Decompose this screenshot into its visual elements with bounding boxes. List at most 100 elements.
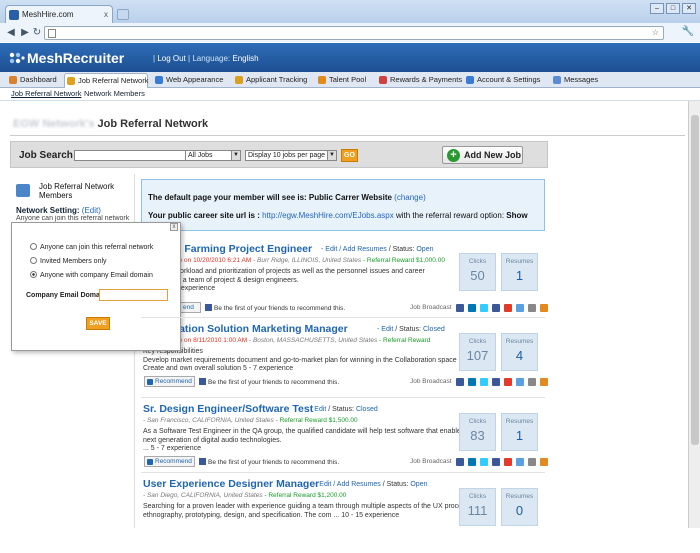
- scrollbar-thumb[interactable]: [691, 115, 699, 445]
- share-icon[interactable]: [492, 458, 500, 466]
- maximize-button[interactable]: □: [666, 3, 680, 14]
- logo[interactable]: MeshRecruiter: [9, 50, 124, 66]
- facebook-recommend-text: Be the first of your friends to recommen…: [199, 378, 339, 386]
- share-icon[interactable]: [468, 458, 476, 466]
- resumes-value: 1: [515, 268, 524, 283]
- radio-button[interactable]: [30, 271, 37, 278]
- share-icon[interactable]: [540, 304, 548, 312]
- share-icon[interactable]: [468, 304, 476, 312]
- new-tab-button[interactable]: [117, 9, 129, 20]
- clicks-counter: Clicks 111: [459, 488, 496, 526]
- recommend-button[interactable]: Recommend: [144, 456, 195, 467]
- job-actions: - Edit / Status: Closed: [377, 326, 445, 333]
- share-icon[interactable]: [540, 458, 548, 466]
- tab-talent-pool[interactable]: Talent Pool: [316, 73, 371, 88]
- network-setting-label: Network Setting:: [16, 206, 80, 215]
- career-url-link[interactable]: http://egw.MeshHire.com/EJobs.aspx: [262, 211, 394, 220]
- clicks-label: Clicks: [468, 493, 487, 500]
- tab-job-referral-network[interactable]: Job Referral Network: [64, 73, 148, 88]
- share-icon[interactable]: [456, 304, 464, 312]
- share-icon[interactable]: [516, 458, 524, 466]
- share-icon[interactable]: [504, 378, 512, 386]
- job-edit-link[interactable]: - Edit: [310, 406, 326, 413]
- radio-email-domain[interactable]: Anyone with company Email domain: [30, 271, 153, 279]
- job-title-link[interactable]: Sr. Design Engineer/Software Test: [143, 403, 313, 415]
- share-icon[interactable]: [528, 378, 536, 386]
- back-icon[interactable]: ◀: [4, 26, 18, 39]
- job-title-link[interactable]: ration Solution Marketing Manager: [175, 323, 348, 335]
- tab-applicant-tracking[interactable]: Applicant Tracking: [233, 73, 311, 88]
- subnav-job-referral-network[interactable]: Job Referral Network: [11, 89, 81, 98]
- recommend-button[interactable]: end: [179, 302, 201, 313]
- share-icon[interactable]: [516, 304, 524, 312]
- tab-web-appearance[interactable]: Web Appearance: [153, 73, 228, 88]
- share-icon[interactable]: [468, 378, 476, 386]
- wrench-icon[interactable]: 🔧: [682, 26, 694, 37]
- info-box: The default page your member will see is…: [141, 179, 545, 231]
- language-link[interactable]: English: [232, 54, 258, 63]
- subnav-network-members[interactable]: Network Members: [84, 89, 145, 98]
- job-add-resumes-link[interactable]: / Add Resumes: [333, 481, 380, 488]
- jobs-per-page-select[interactable]: Display 10 jobs per page ▼: [245, 150, 337, 161]
- share-icon[interactable]: [528, 458, 536, 466]
- job-title-link[interactable]: n Farming Project Engineer: [175, 243, 312, 255]
- share-icon[interactable]: [492, 304, 500, 312]
- popup-close-icon[interactable]: x: [170, 223, 178, 231]
- job-edit-link[interactable]: - Edit: [315, 481, 331, 488]
- job-add-resumes-link[interactable]: / Add Resumes: [339, 246, 386, 253]
- tab-messages[interactable]: Messages: [551, 73, 598, 88]
- save-button[interactable]: SAVE: [86, 317, 110, 330]
- email-domain-input[interactable]: [99, 289, 168, 301]
- radio-button[interactable]: [30, 243, 37, 250]
- sidebar-title[interactable]: Job Referral Network Members: [39, 182, 131, 200]
- tab-dashboard[interactable]: Dashboard: [7, 73, 60, 88]
- share-icon[interactable]: [456, 378, 464, 386]
- add-job-button[interactable]: + Add New Job: [442, 146, 523, 164]
- job-edit-link[interactable]: - Edit: [321, 246, 337, 253]
- browser-tab[interactable]: MeshHire.com x: [5, 5, 113, 23]
- tab-close-icon[interactable]: x: [104, 6, 108, 23]
- resumes-counter[interactable]: Resumes 1: [501, 413, 538, 451]
- share-icon[interactable]: [492, 378, 500, 386]
- resumes-counter[interactable]: Resumes 0: [501, 488, 538, 526]
- logout-link[interactable]: Log Out: [157, 54, 185, 63]
- share-icon[interactable]: [504, 304, 512, 312]
- share-icon[interactable]: [540, 378, 548, 386]
- vertical-scrollbar[interactable]: [688, 101, 700, 528]
- resumes-counter[interactable]: Resumes 1: [501, 253, 538, 291]
- share-icon[interactable]: [516, 378, 524, 386]
- minimize-button[interactable]: –: [650, 3, 664, 14]
- job-description: 0 experience: [175, 285, 216, 292]
- job-edit-link[interactable]: - Edit: [377, 326, 393, 333]
- go-button[interactable]: GO: [341, 149, 358, 162]
- network-setting-popup: x Anyone can join this referral network …: [11, 222, 181, 351]
- network-setting-edit-link[interactable]: (Edit): [82, 206, 101, 215]
- change-link[interactable]: (change): [394, 193, 426, 202]
- share-icon[interactable]: [480, 304, 488, 312]
- address-bar[interactable]: ☆: [44, 26, 664, 40]
- job-title-link[interactable]: User Experience Designer Manager: [143, 478, 319, 490]
- job-posted-date: ne on 10/20/2010 6:21 AM: [175, 257, 252, 264]
- share-icon[interactable]: [504, 458, 512, 466]
- share-icon[interactable]: [480, 378, 488, 386]
- share-icon[interactable]: [480, 458, 488, 466]
- bookmark-star-icon[interactable]: ☆: [652, 27, 659, 39]
- sub-nav: Job Referral Network Network Members: [0, 88, 700, 101]
- radio-invited[interactable]: Invited Members only: [30, 257, 107, 265]
- resumes-counter[interactable]: Resumes 4: [501, 333, 538, 371]
- reload-icon[interactable]: ↻: [30, 26, 44, 39]
- job-search-input[interactable]: [74, 150, 192, 161]
- close-window-button[interactable]: ✕: [682, 3, 696, 14]
- job-filter-select[interactable]: All Jobs ▼: [185, 150, 241, 161]
- job-posted-date: ne on 8/11/2010 1:00 AM: [175, 337, 248, 344]
- job-info-line: ne on 10/20/2010 6:21 AM - Burr Ridge, I…: [175, 257, 445, 264]
- radio-button[interactable]: [30, 257, 37, 264]
- clicks-label: Clicks: [468, 418, 487, 425]
- job-search-label: Job Search :: [19, 150, 80, 161]
- tab-account-settings[interactable]: Account & Settings: [464, 73, 546, 88]
- share-icon[interactable]: [456, 458, 464, 466]
- share-icon[interactable]: [528, 304, 536, 312]
- radio-anyone[interactable]: Anyone can join this referral network: [30, 243, 153, 251]
- tab-rewards-payments[interactable]: Rewards & Payments: [377, 73, 462, 88]
- recommend-button[interactable]: Recommend: [144, 376, 195, 387]
